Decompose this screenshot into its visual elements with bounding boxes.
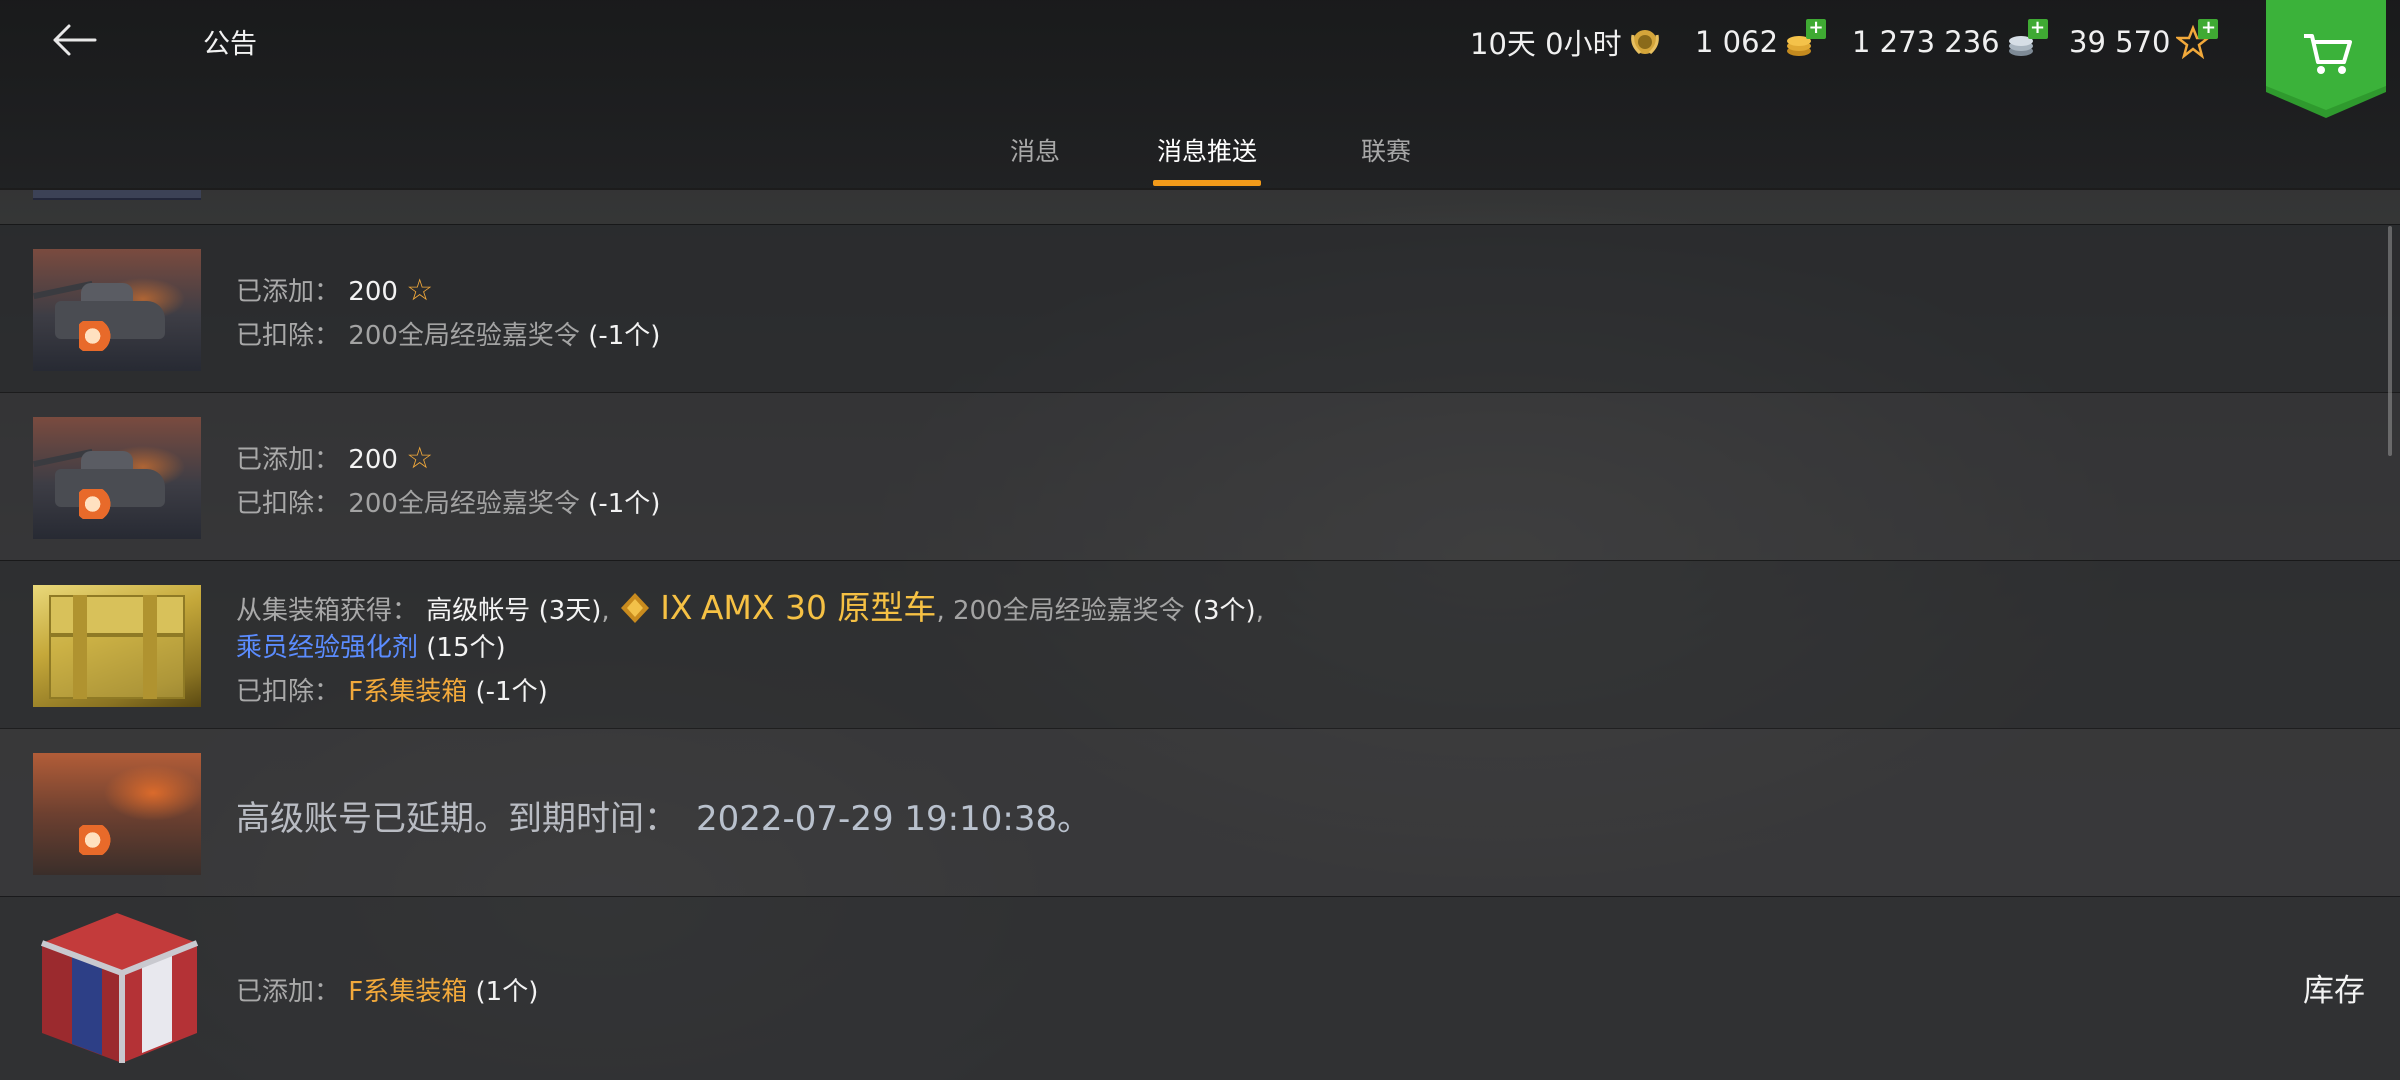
megaphone-icon [79, 321, 113, 351]
active-tab-indicator [1153, 180, 1261, 186]
tab-league[interactable]: 联赛 [1357, 132, 1415, 190]
added-line: 已添加： F系集装箱 (1个) [236, 977, 539, 1007]
message-thumbnail [33, 753, 201, 875]
arrow-left-icon [53, 24, 97, 56]
deducted-line: 已扣除： 200全局经验嘉奖令 (-1个) [236, 489, 661, 519]
premium-laurel-icon [1628, 25, 1662, 59]
list-item[interactable]: 从集装箱获得： 高级帐号 (3天), IX AMX 30 原型车, 200全局经… [0, 560, 2400, 728]
premium-time[interactable]: 10天 0小时 [1470, 20, 1662, 64]
add-gold-icon[interactable]: + [1806, 19, 1827, 39]
megaphone-icon [79, 825, 113, 855]
partial-message-thumbnail [33, 190, 201, 200]
inventory-button[interactable]: 库存 [2303, 965, 2365, 1010]
free-xp-star-icon: + [2174, 19, 2219, 60]
shop-cart-button[interactable] [2266, 0, 2386, 118]
back-button[interactable] [48, 18, 100, 62]
tier-ix-icon [618, 591, 652, 632]
megaphone-icon [79, 489, 113, 519]
page-title: 公告 [203, 29, 257, 60]
list-item[interactable]: 已添加： F系集装箱 (1个) [0, 896, 2400, 1080]
added-line: 已添加： 200 ☆ [236, 273, 434, 308]
deducted-line: 已扣除： F系集装箱 (-1个) [236, 677, 548, 707]
free-xp-star-icon: ☆ [406, 441, 434, 476]
credits-coins-icon: + [2006, 19, 2048, 59]
container-reward-line: 从集装箱获得： 高级帐号 (3天), IX AMX 30 原型车, 200全局经… [236, 581, 1264, 632]
list-item[interactable]: 已添加： 200 ☆ 已扣除： 200全局经验嘉奖令 (-1个) [0, 224, 2400, 392]
free-xp-star-icon: ☆ [406, 273, 434, 308]
add-credits-icon[interactable]: + [2027, 19, 2048, 39]
tab-messages[interactable]: 消息 [1006, 132, 1064, 190]
message-thumbnail [33, 417, 201, 539]
gold-coins-icon: + [1784, 19, 1827, 59]
credits-balance[interactable]: 1 273 236 + [1852, 19, 2048, 64]
added-line: 已添加： 200 ☆ [236, 441, 434, 476]
free-xp-balance[interactable]: 39 570 + [2069, 19, 2219, 64]
deducted-line: 已扣除： 200全局经验嘉奖令 (-1个) [236, 321, 661, 351]
add-free-xp-icon[interactable]: + [2198, 19, 2219, 39]
gold-balance[interactable]: 1 062 + [1695, 19, 1827, 64]
f-container-icon [22, 903, 212, 1075]
list-item[interactable]: 已添加： 200 ☆ 已扣除： 200全局经验嘉奖令 (-1个) [0, 392, 2400, 560]
scrollbar[interactable] [2388, 226, 2392, 456]
list-item[interactable]: 高级账号已延期。到期时间： 2022-07-29 19:10:38。 [0, 728, 2400, 896]
container-reward-line-2: 乘员经验强化剂 (15个) [236, 633, 506, 663]
message-thumbnail [33, 585, 201, 707]
message-list[interactable]: 已添加： 200 ☆ 已扣除： 200全局经验嘉奖令 (-1个) 已添加： 20… [0, 190, 2400, 1080]
premium-extended-message: 高级账号已延期。到期时间： 2022-07-29 19:10:38。 [236, 799, 1092, 839]
message-thumbnail [33, 249, 201, 371]
